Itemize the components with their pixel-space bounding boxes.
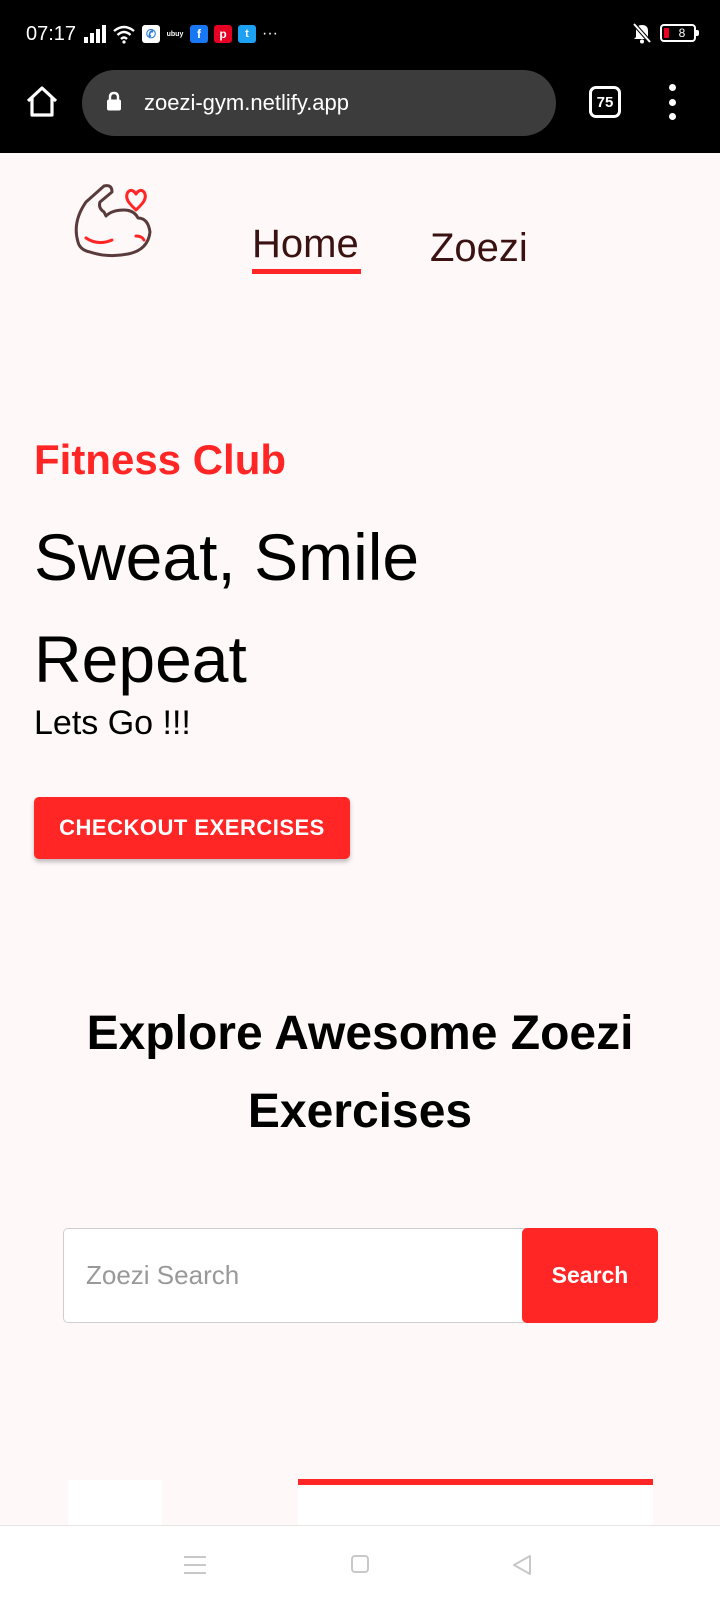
- hero-subtitle: Fitness Club: [34, 436, 287, 483]
- phone-app-icon: ✆: [142, 25, 160, 43]
- ubuy-app-icon: ubuy: [166, 25, 184, 43]
- overflow-menu-icon[interactable]: [662, 84, 682, 120]
- status-icons-right: 8: [632, 22, 699, 44]
- url-text: zoezi-gym.netlify.app: [144, 90, 350, 115]
- browser-toolbar: zoezi-gym.netlify.app 75: [0, 70, 720, 153]
- body-part-card[interactable]: [68, 1480, 162, 1530]
- explore-heading: Explore Awesome Zoezi Exercises: [86, 1007, 634, 1138]
- hero-title: Sweat, Smile Repeat: [34, 520, 420, 696]
- pinterest-app-icon: p: [214, 25, 232, 43]
- wifi-icon: [113, 25, 135, 44]
- status-icons-left: ✆ ubuy f p t ···: [84, 24, 278, 44]
- body-part-card[interactable]: [298, 1485, 653, 1530]
- recent-apps-icon[interactable]: [184, 1556, 206, 1574]
- tab-count: 75: [596, 93, 614, 111]
- more-notifications-icon: ···: [262, 25, 278, 42]
- url-bar[interactable]: zoezi-gym.netlify.app: [82, 70, 556, 136]
- home-square-icon[interactable]: [351, 1555, 369, 1573]
- lock-icon: [107, 91, 121, 111]
- battery-icon: 8: [660, 24, 699, 42]
- signal-icon: [84, 25, 106, 43]
- status-bar: 07:17 ✆ ubuy f p t ··· 8: [0, 0, 720, 70]
- facebook-app-icon: f: [190, 25, 208, 43]
- home-icon[interactable]: [24, 84, 60, 120]
- twitter-app-icon: t: [238, 25, 256, 43]
- flexed-arm-heart-icon[interactable]: [64, 180, 160, 276]
- status-time: 07:17: [26, 23, 77, 45]
- search-button[interactable]: Search: [522, 1228, 658, 1323]
- search-input[interactable]: Zoezi Search: [63, 1228, 533, 1323]
- hero-tagline: Lets Go !!!: [34, 704, 191, 742]
- checkout-exercises-button[interactable]: CHECKOUT EXERCISES: [34, 797, 350, 859]
- tabs-icon[interactable]: 75: [589, 86, 621, 118]
- active-nav-indicator: [252, 269, 361, 274]
- nav-link-home[interactable]: Home: [252, 222, 359, 267]
- nav-link-zoezi[interactable]: Zoezi: [430, 226, 528, 271]
- mute-icon: [632, 22, 652, 44]
- battery-level: 8: [678, 26, 686, 40]
- system-nav-bar: [0, 1525, 720, 1600]
- back-triangle-icon[interactable]: [510, 1553, 534, 1577]
